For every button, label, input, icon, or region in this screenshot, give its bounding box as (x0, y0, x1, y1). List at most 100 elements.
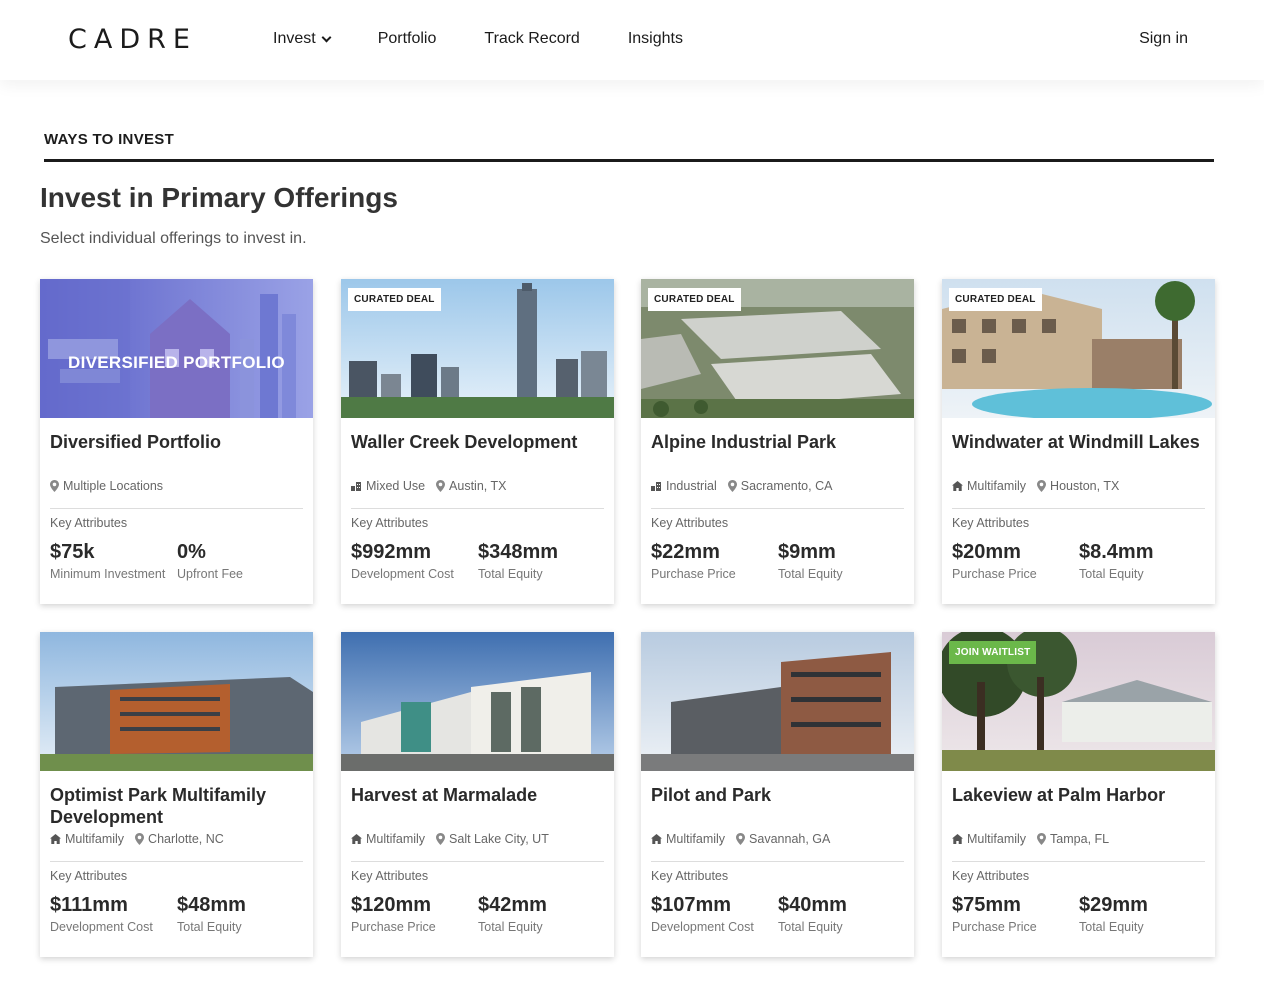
property-type-label: Industrial (666, 479, 717, 493)
stat-primary-label: Purchase Price (351, 920, 436, 934)
chevron-down-icon (321, 32, 332, 42)
stat-primary-value: $22mm (651, 541, 720, 563)
property-location: Austin, TX (436, 479, 506, 493)
stat-primary-value: $107mm (651, 894, 732, 916)
offering-card-4[interactable]: CURATED DEAL Windwater at Windmill Lakes… (942, 279, 1215, 604)
stat-primary-label: Development Cost (50, 920, 153, 934)
offering-card-2[interactable]: CURATED DEAL Waller Creek Development Mi… (341, 279, 614, 604)
offering-meta: Multifamily Savannah, GA (651, 832, 841, 846)
cadre-logo[interactable]: CADRE (68, 24, 197, 55)
stat-secondary-value: $42mm (478, 894, 547, 916)
offering-card-5[interactable]: Optimist Park Multifamily Development Mu… (40, 632, 313, 957)
offering-image (40, 632, 313, 771)
stat-primary-label: Purchase Price (952, 920, 1037, 934)
stat-primary: $75mm Purchase Price (952, 894, 1037, 934)
building-icon (351, 482, 361, 491)
stat-secondary: $8.4mm Total Equity (1079, 541, 1154, 581)
page-title: Invest in Primary Offerings (40, 182, 398, 213)
card-divider (351, 861, 604, 862)
offering-image: CURATED DEAL (641, 279, 914, 418)
offering-card-8[interactable]: JOIN WAITLIST Lakeview at Palm Harbor Mu… (942, 632, 1215, 957)
offering-title: Optimist Park Multifamily Development (50, 785, 267, 827)
stat-secondary-label: Total Equity (478, 920, 543, 934)
location-pin-icon (1037, 480, 1047, 492)
stat-primary-value: $992mm (351, 541, 432, 563)
home-icon (351, 834, 362, 844)
property-location: Houston, TX (1037, 479, 1119, 493)
section-divider (44, 159, 1214, 162)
offering-meta: Multifamily Charlotte, NC (50, 832, 235, 846)
key-attributes-label: Key Attributes (952, 869, 1030, 883)
property-location: Tampa, FL (1037, 832, 1109, 846)
join-waitlist-badge[interactable]: JOIN WAITLIST (949, 641, 1037, 664)
location-pin-icon (727, 480, 737, 492)
property-type: Multifamily (351, 832, 425, 846)
stat-secondary: $42mm Total Equity (478, 894, 547, 934)
offering-title: Lakeview at Palm Harbor (952, 785, 1166, 805)
home-icon (50, 834, 61, 844)
location-pin-icon (1037, 833, 1047, 845)
stat-primary-label: Purchase Price (952, 567, 1037, 581)
curated-deal-badge: CURATED DEAL (949, 288, 1042, 311)
curated-deal-badge: CURATED DEAL (348, 288, 441, 311)
offering-card-6[interactable]: Harvest at Marmalade Multifamily Salt Lak… (341, 632, 614, 957)
stat-secondary-label: Total Equity (1079, 920, 1144, 934)
stat-primary: $120mm Purchase Price (351, 894, 436, 934)
nav-insights[interactable]: Insights (628, 30, 683, 48)
stat-secondary: 0% Upfront Fee (177, 541, 243, 581)
offering-card-1[interactable]: DIVERSIFIED PORTFOLIO Diversified Portfo… (40, 279, 313, 604)
offering-image (341, 632, 614, 771)
offering-title: Pilot and Park (651, 785, 772, 805)
offering-card-7[interactable]: Pilot and Park Multifamily Savannah, GA K… (641, 632, 914, 957)
main-nav: Invest Portfolio Track Record Insights (273, 30, 731, 48)
stat-secondary-value: $40mm (778, 894, 847, 916)
property-location-label: Savannah, GA (749, 832, 831, 846)
property-type-label: Multifamily (666, 832, 726, 846)
property-location: Multiple Locations (50, 479, 163, 493)
stat-secondary-label: Upfront Fee (177, 567, 244, 581)
nav-track-record[interactable]: Track Record (484, 30, 579, 48)
stat-secondary-label: Total Equity (177, 920, 242, 934)
property-type: Multifamily (952, 479, 1026, 493)
property-location: Charlotte, NC (135, 832, 224, 846)
property-location: Salt Lake City, UT (436, 832, 549, 846)
offering-card-3[interactable]: CURATED DEAL Alpine Industrial Park Indu… (641, 279, 914, 604)
key-attributes-label: Key Attributes (651, 869, 729, 883)
home-icon (952, 834, 963, 844)
nav-invest[interactable]: Invest (273, 30, 332, 48)
stat-primary-label: Minimum Investment (50, 567, 166, 581)
property-type-label: Multifamily (65, 832, 125, 846)
offering-image: CURATED DEAL (341, 279, 614, 418)
card-divider (952, 508, 1205, 509)
property-location: Savannah, GA (736, 832, 830, 846)
stat-secondary: $40mm Total Equity (778, 894, 847, 934)
property-type: Multifamily (50, 832, 124, 846)
stat-primary: $111mm Development Cost (50, 894, 153, 934)
sign-in-link[interactable]: Sign in (1139, 30, 1188, 48)
property-type-label: Multifamily (967, 479, 1027, 493)
location-pin-icon (50, 480, 59, 492)
property-location-label: Tampa, FL (1050, 832, 1110, 846)
offering-meta: Multifamily Salt Lake City, UT (351, 832, 560, 846)
stat-secondary: $348mm Total Equity (478, 541, 558, 581)
offering-title: Alpine Industrial Park (651, 432, 837, 452)
nav-invest-label: Invest (273, 30, 316, 47)
card-divider (651, 508, 904, 509)
stat-secondary-value: $48mm (177, 894, 246, 916)
stat-primary: $20mm Purchase Price (952, 541, 1037, 581)
key-attributes-label: Key Attributes (50, 516, 128, 530)
offering-image (641, 632, 914, 771)
property-type: Multifamily (952, 832, 1026, 846)
stat-primary-value: $75mm (952, 894, 1021, 916)
property-type-label: Multifamily (366, 832, 426, 846)
stat-secondary-value: $9mm (778, 541, 836, 563)
offering-title: Windwater at Windmill Lakes (952, 432, 1200, 452)
nav-portfolio[interactable]: Portfolio (378, 30, 437, 48)
location-pin-icon (736, 833, 746, 845)
section-label: WAYS TO INVEST (44, 131, 175, 148)
offering-image: CURATED DEAL (942, 279, 1215, 418)
stat-secondary-label: Total Equity (778, 920, 843, 934)
property-type: Multifamily (651, 832, 725, 846)
location-pin-icon (436, 480, 446, 492)
location-pin-icon (135, 833, 145, 845)
